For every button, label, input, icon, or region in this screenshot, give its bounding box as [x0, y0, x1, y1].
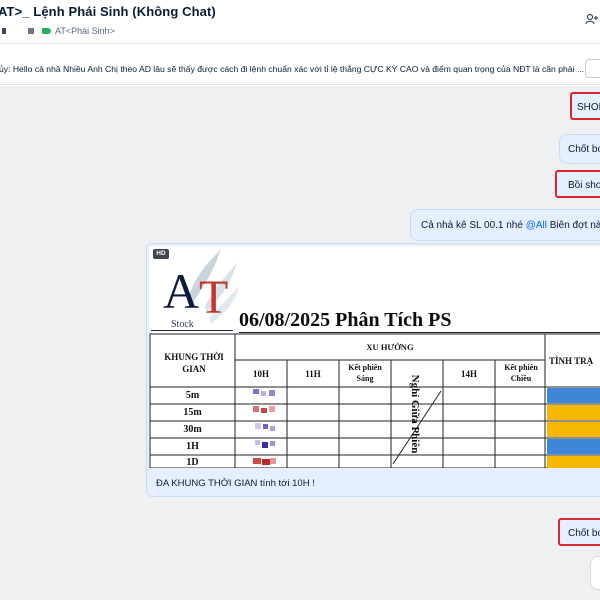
message-text: Biên đợt này l	[549, 220, 600, 231]
message-bubble[interactable]: SHOR	[570, 92, 600, 120]
row-timeframe: 5m	[185, 390, 200, 401]
row-timeframe: 15m	[183, 407, 202, 418]
row-timeframe: 30m	[183, 424, 202, 435]
row-timeframe: 1D	[186, 457, 199, 468]
header-morning-close: Kết phiên Sáng	[348, 363, 382, 383]
folder-icon	[28, 28, 34, 34]
header-11h: 11H	[305, 369, 321, 379]
header-trend: XU HƯỚNG	[366, 342, 414, 352]
chat-header: AT>_ Lệnh Phái Sinh (Không Chat) AT<Phái…	[0, 0, 600, 44]
message-bubble[interactable]: Chốt bo	[559, 134, 600, 164]
header-10h: 10H	[252, 369, 269, 379]
message-bubble[interactable]	[590, 556, 600, 590]
message-bubble[interactable]: Chốt bo	[558, 518, 600, 546]
message-text: SHOR	[577, 102, 600, 113]
message-list[interactable]: SHOR Chốt bo Bồi sho Cả nhà kê SL 00.1 n…	[0, 86, 600, 600]
message-bubble[interactable]: Bồi sho	[555, 170, 600, 198]
pinned-expand-button[interactable]	[585, 59, 600, 78]
pixelated-marker	[253, 389, 276, 465]
header-14h: 14H	[460, 369, 477, 379]
image-message[interactable]: HD A T Stock 06/08/2025 Phân Tích PS KHU…	[146, 243, 600, 497]
mention-all-link[interactable]: @All	[526, 220, 547, 231]
analysis-image[interactable]: HD A T Stock 06/08/2025 Phân Tích PS KHU…	[149, 246, 600, 468]
header-midday-break: Nghỉ Giữa Phiên	[409, 374, 421, 454]
pinned-message-text[interactable]: ủy: Hello cả nhà Nhiều Anh Chị theo AD l…	[0, 64, 584, 74]
conversation-subtitle: AT<Phái Sinh>	[0, 24, 115, 38]
conversation-title: AT>_ Lệnh Phái Sinh (Không Chat)	[0, 4, 216, 19]
message-text: Cả nhà kê SL 00.1 nhé	[421, 220, 526, 231]
image-caption: ĐA KHUNG THỜI GIAN tính tới 10H !	[156, 478, 315, 489]
tag-label[interactable]: AT<Phái Sinh>	[55, 26, 115, 36]
header-status: TÌNH TRẠ	[549, 356, 594, 366]
header-timeframe: KHUNG THỜI GIAN	[164, 352, 224, 374]
chat-window: AT>_ Lệnh Phái Sinh (Không Chat) AT<Phái…	[0, 0, 600, 600]
pinned-message-bar[interactable]: ủy: Hello cả nhà Nhiều Anh Chị theo AD l…	[0, 55, 600, 85]
message-text: Chốt bo	[568, 144, 600, 155]
message-bubble[interactable]: Cả nhà kê SL 00.1 nhé @All Biên đợt này …	[410, 209, 600, 241]
member-icon	[2, 28, 6, 34]
header-afternoon-close: Kết phiên Chiều	[504, 363, 538, 383]
message-text: Chốt bo	[568, 528, 600, 539]
tag-icon[interactable]	[42, 28, 51, 34]
message-text: Bồi sho	[568, 180, 600, 191]
row-timeframe: 1H	[186, 441, 199, 452]
add-member-icon[interactable]	[585, 12, 599, 26]
